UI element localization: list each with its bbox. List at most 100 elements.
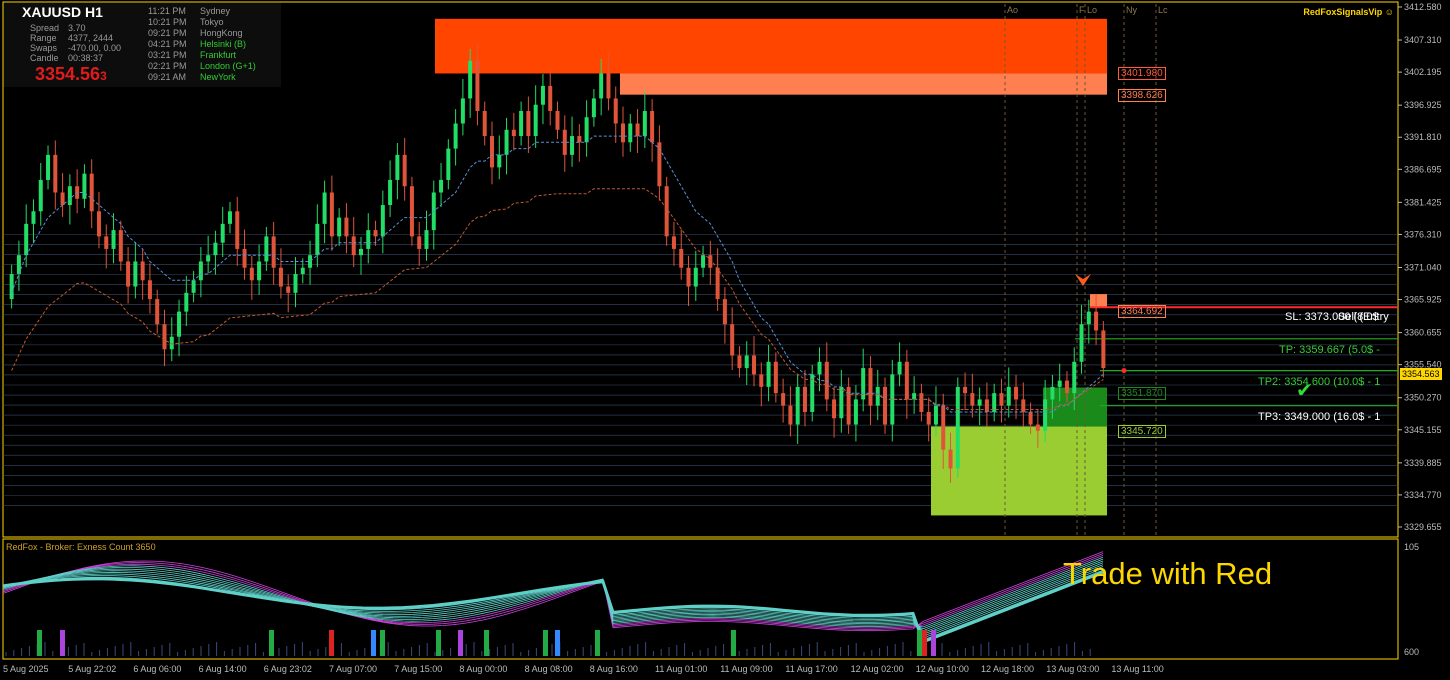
x-tick-label: 11 Aug 09:00: [720, 664, 772, 674]
candle-body: [38, 179, 43, 212]
candle-body: [468, 60, 473, 99]
ind-axis-top: 105: [1404, 542, 1420, 552]
candle-body: [701, 255, 706, 268]
candle-body: [126, 261, 131, 287]
candle-body: [475, 60, 480, 111]
candle-body: [147, 280, 152, 300]
hist-signal-bar: [458, 630, 463, 656]
candle-body: [366, 230, 371, 249]
candle-body: [802, 386, 807, 412]
session-marker-label: Ao: [1007, 5, 1018, 15]
x-tick-label: 13 Aug 03:00: [1046, 664, 1099, 674]
candle-body: [278, 267, 283, 287]
candle-body: [533, 104, 538, 137]
candle-body: [402, 154, 407, 187]
ribbon-line: [2, 556, 1104, 628]
x-tick-label: 13 Aug 11:00: [1111, 664, 1163, 674]
candle-body: [111, 230, 116, 249]
candle-body: [1079, 324, 1084, 362]
candle-body: [271, 236, 276, 268]
hist-signal-bar: [931, 630, 936, 656]
ribbon-line: [2, 570, 1104, 644]
candle-body: [781, 393, 786, 406]
ema-fast-line: [11, 135, 1104, 413]
candle-body: [555, 110, 560, 130]
candle-body: [999, 393, 1004, 406]
candle-body: [919, 393, 924, 412]
candle-body: [883, 386, 888, 425]
candle-body: [67, 186, 72, 206]
candle-body: [904, 361, 909, 400]
candle-body: [337, 217, 342, 237]
candle-body: [671, 236, 676, 249]
candle-body: [16, 255, 21, 275]
candle-body: [315, 223, 320, 256]
candle-body: [24, 223, 29, 256]
x-tick-label: 8 Aug 08:00: [525, 664, 573, 674]
y-tick-label: 3345.155: [1404, 425, 1442, 435]
y-tick-label: 3402.195: [1404, 67, 1442, 77]
y-tick-label: 3386.695: [1404, 164, 1442, 174]
candle-body: [133, 261, 138, 287]
candle-body: [417, 236, 422, 249]
hist-signal-bar: [37, 630, 42, 656]
x-tick-label: 6 Aug 23:02: [264, 664, 312, 674]
candle-body: [31, 211, 36, 224]
candle-body: [613, 98, 618, 124]
candle-body: [308, 255, 313, 268]
candle-body: [853, 399, 858, 425]
x-tick-label: 12 Aug 18:00: [981, 664, 1034, 674]
candle-body: [358, 248, 363, 256]
y-tick-label: 3376.310: [1404, 229, 1442, 239]
x-tick-label: 6 Aug 06:00: [133, 664, 181, 674]
y-tick-label: 3339.885: [1404, 458, 1442, 468]
hist-signal-bar: [731, 630, 736, 656]
candle-body: [206, 255, 211, 262]
x-tick-label: 7 Aug 07:00: [329, 664, 377, 674]
candle-body: [766, 361, 771, 387]
candle-body: [351, 236, 356, 256]
candle-body: [482, 110, 487, 137]
candle-body: [933, 405, 938, 425]
candle-body: [1050, 386, 1055, 400]
candle-body: [912, 393, 917, 400]
candle-body: [424, 230, 429, 249]
hist-signal-bar: [917, 630, 922, 656]
candle-body: [242, 248, 247, 268]
tp2-label: TP2: 3354.600 (10.0$ - 1: [1258, 376, 1381, 388]
candle-body: [628, 123, 633, 143]
candle-body: [548, 85, 553, 111]
candle-body: [941, 405, 946, 450]
x-tick-label: 12 Aug 10:00: [916, 664, 969, 674]
candle-body: [60, 192, 65, 206]
candle-body: [46, 154, 51, 180]
y-tick-label: 3334.770: [1404, 490, 1442, 500]
candle-body: [104, 236, 109, 249]
candle-body: [722, 299, 727, 325]
candle-body: [963, 386, 968, 394]
candle-body: [737, 355, 742, 369]
hist-signal-bar: [371, 630, 376, 656]
candle-body: [198, 261, 203, 281]
candle-body: [9, 274, 14, 300]
x-tick-label: 8 Aug 16:00: [590, 664, 638, 674]
hist-signal-bar: [922, 630, 927, 656]
candle-body: [1086, 311, 1091, 325]
y-tick-label: 3396.925: [1404, 100, 1442, 110]
candle-body: [227, 211, 232, 224]
zone-label-4: 3351.870: [1118, 387, 1166, 400]
candle-body: [264, 236, 269, 262]
candle-body: [177, 311, 182, 337]
candle-body: [409, 186, 414, 237]
candle-body: [293, 274, 298, 293]
candle-body: [635, 123, 640, 137]
candle-body: [642, 110, 647, 137]
candle-body: [1021, 399, 1026, 412]
zone-label-2: 3398.626: [1118, 89, 1166, 102]
candle-body: [715, 267, 720, 300]
candle-body: [395, 154, 400, 180]
candle-body: [184, 292, 189, 312]
candle-body: [118, 230, 123, 262]
candle-body: [526, 110, 531, 137]
candle-body: [926, 411, 931, 425]
